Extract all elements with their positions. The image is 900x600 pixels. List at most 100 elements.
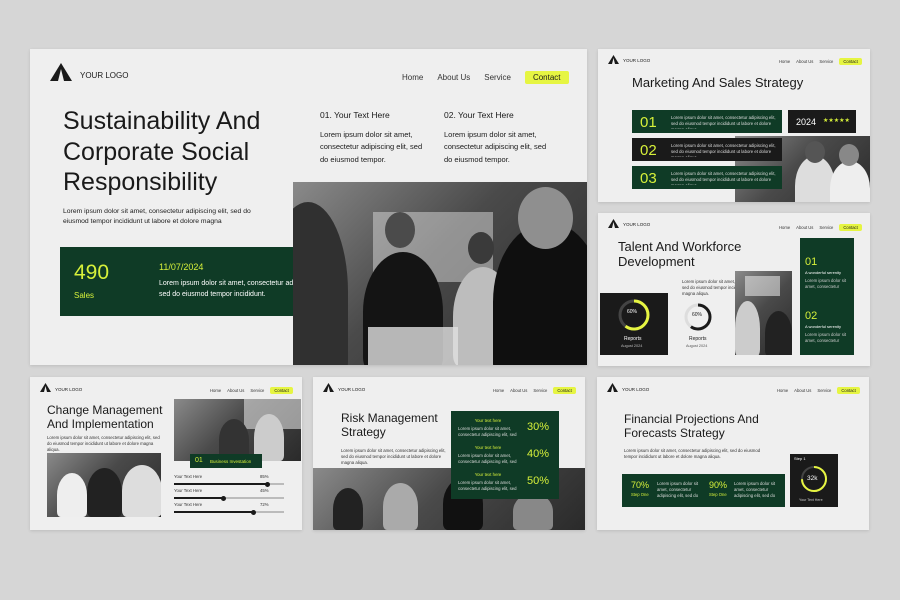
nav-home[interactable]: Home (777, 388, 788, 393)
slide-finance[interactable]: YOUR LOGO Home About Us Service Contact … (597, 377, 869, 530)
side2-text: Lorem ipsum dolor sit amet, consectetur … (805, 332, 847, 343)
item-number: 02 (640, 142, 657, 159)
logo-icon (323, 383, 334, 392)
logo-text: YOUR LOGO (55, 387, 83, 392)
side2-number: 02 (805, 310, 818, 322)
gauge2-value: 60% (692, 312, 703, 318)
nav-home[interactable]: Home (779, 59, 790, 64)
logo-text: YOUR LOGO (623, 222, 651, 227)
logo-icon (607, 383, 618, 392)
marketing-item-1: 01 Lorem ipsum dolor sit amet, consectet… (632, 110, 782, 133)
nav-about[interactable]: About Us (227, 388, 244, 393)
contact-button[interactable]: Contact (553, 387, 576, 394)
group-photo (47, 453, 161, 517)
col2-body: Lorem ipsum dolor sit amet, consectetur … (444, 130, 547, 164)
gauge1-value: 60% (627, 309, 638, 315)
side1-number: 01 (805, 256, 818, 268)
stat-value: 490 (74, 261, 110, 284)
meeting-photo (293, 182, 587, 365)
nav-home[interactable]: Home (210, 388, 221, 393)
progress-knob[interactable] (265, 481, 270, 487)
badge-number: 01 (195, 457, 203, 464)
side2-title: A wonderful serenity (805, 324, 842, 329)
nav-about[interactable]: About Us (796, 225, 813, 230)
slide-marketing[interactable]: YOUR LOGO Home About Us Service Contact … (598, 49, 870, 202)
risk-row-percent: 30% (527, 421, 550, 433)
talent-side-panel: 01 A wonderful serenity Lorem ipsum dolo… (800, 238, 854, 355)
bar-label: Your Text Here (174, 502, 203, 507)
nav-about[interactable]: About Us (796, 59, 813, 64)
card-label: Step 1 (794, 456, 806, 461)
contact-button[interactable]: Contact (837, 387, 860, 394)
logo-icon (40, 383, 51, 392)
progress-bar[interactable] (174, 495, 284, 501)
side1-text: Lorem ipsum dolor sit amet, consectetur … (805, 278, 847, 289)
risk-row-percent: 50% (527, 475, 550, 487)
gauge2-label: Reports (689, 336, 707, 342)
progress-bar[interactable] (174, 509, 284, 515)
nav-about[interactable]: About Us (794, 388, 811, 393)
nav-home[interactable]: Home (779, 225, 790, 230)
finance-nav: Home About Us Service Contact (777, 387, 860, 394)
talent-nav: Home About Us Service Contact (779, 224, 862, 231)
card-sub: Your Text Here (799, 498, 823, 502)
marketing-year-badge: 2024 ★★★★★ (788, 110, 856, 133)
nav-service[interactable]: Service (819, 59, 833, 64)
slide-change[interactable]: YOUR LOGO Home About Us Service Contact … (30, 377, 302, 530)
risk-row-text: Lorem ipsum dolor sit amet, consectetur … (458, 453, 517, 464)
page-title: Sustainability And Corporate Social Resp… (63, 107, 261, 196)
marketing-item-3: 03 Lorem ipsum dolor sit amet, consectet… (632, 166, 782, 189)
year-text: 2024 (796, 117, 817, 127)
change-text: Lorem ipsum dolor sit amet, consectetur … (47, 435, 160, 452)
card-value: 32k (807, 475, 818, 482)
logo-text: YOUR LOGO (338, 387, 366, 392)
progress-knob[interactable] (221, 495, 226, 501)
nav-service[interactable]: Service (533, 388, 547, 393)
bar-label: Your Text Here (174, 488, 203, 493)
gauge-card-dark: 60% Reports August 2024 (600, 293, 668, 355)
nav-home[interactable]: Home (493, 388, 504, 393)
nav-home[interactable]: Home (402, 73, 423, 82)
nav-about[interactable]: About Us (437, 73, 470, 82)
nav-service[interactable]: Service (484, 73, 511, 82)
business-badge: 01 Business Investation (190, 454, 262, 468)
risk-panel: Your text here Lorem ipsum dolor sit amet… (451, 411, 559, 499)
nav-service[interactable]: Service (250, 388, 264, 393)
gauge2-sub: August 2024 (686, 344, 708, 348)
intro-text: Lorem ipsum dolor sit amet, consectetur … (63, 208, 251, 225)
nav-service[interactable]: Service (817, 388, 831, 393)
side1-title: A wonderful serenity (805, 270, 842, 275)
risk-title: Risk Management Strategy (341, 411, 438, 439)
logo-icon (50, 63, 72, 81)
progress-knob[interactable] (250, 509, 256, 515)
nav-about[interactable]: About Us (510, 388, 527, 393)
stat1-text: Lorem ipsum dolor sit amet, consectetur … (657, 481, 699, 498)
logo-text: YOUR LOGO (622, 387, 650, 392)
slide-talent[interactable]: YOUR LOGO Home About Us Service Contact … (598, 213, 870, 366)
contact-button[interactable]: Contact (839, 224, 862, 231)
marketing-item-2: 02 Lorem ipsum dolor sit amet, consectet… (632, 138, 782, 161)
nav-service[interactable]: Service (819, 225, 833, 230)
col1-body: Lorem ipsum dolor sit amet, consectetur … (320, 130, 423, 164)
slide-main[interactable]: YOUR LOGO Home About Us Service Contact … (30, 49, 587, 365)
risk-row-label: Your text here (474, 445, 502, 450)
star-rating: ★★★★★ (823, 118, 850, 124)
bar-percent: 85% (260, 474, 269, 479)
slide-risk[interactable]: YOUR LOGO Home About Us Service Contact … (313, 377, 585, 530)
bar-label: Your Text Here (174, 474, 203, 479)
office-photo (174, 399, 301, 461)
finance-title: Financial Projections And Forecasts Stra… (624, 412, 759, 440)
contact-button[interactable]: Contact (839, 58, 862, 65)
contact-button[interactable]: Contact (270, 387, 293, 394)
progress-bar[interactable] (174, 481, 284, 487)
risk-row-label: Your text here (474, 418, 502, 423)
main-nav: Home About Us Service Contact (402, 71, 569, 84)
contact-button[interactable]: Contact (524, 71, 569, 84)
item-number: 01 (640, 114, 657, 131)
risk-row-percent: 40% (527, 448, 550, 460)
item-text: Lorem ipsum dolor sit amet, consectetur … (671, 115, 776, 129)
logo-icon (608, 55, 619, 64)
stat2-label: Step One (709, 492, 727, 497)
talent-title: Talent And Workforce Development (618, 239, 742, 269)
progress-fill (174, 497, 224, 499)
